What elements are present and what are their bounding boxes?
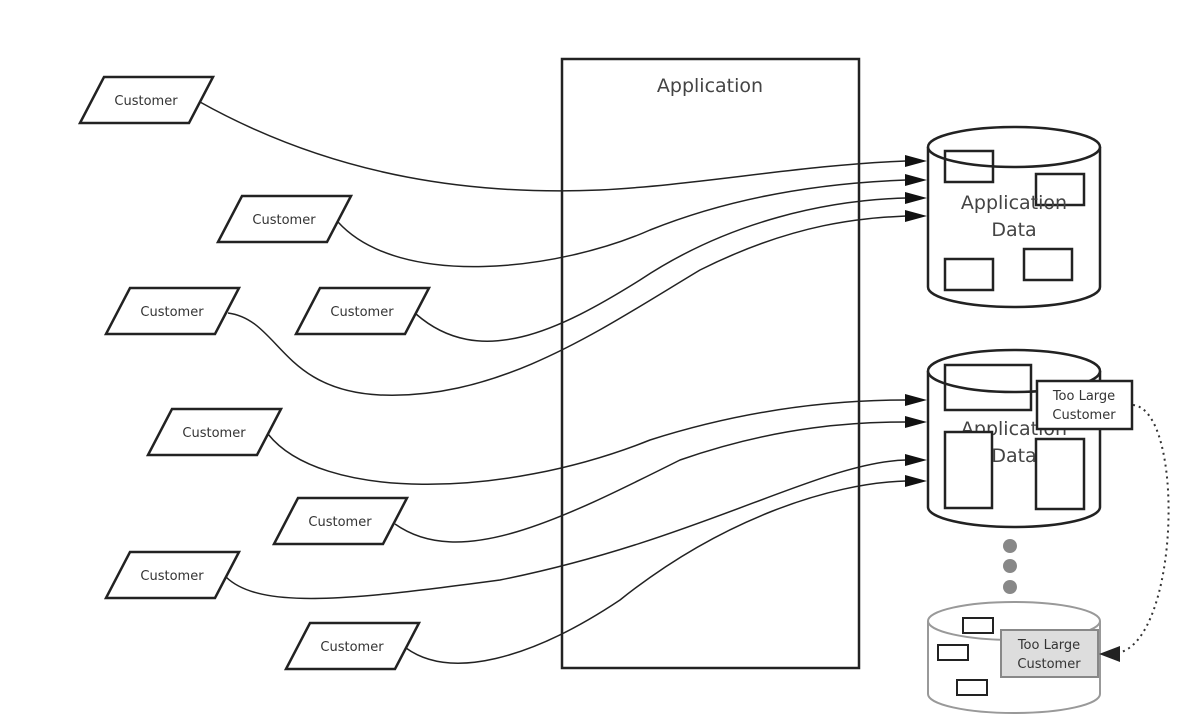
migration-arrow bbox=[1117, 404, 1170, 654]
customer-label: Customer bbox=[252, 213, 316, 228]
moved-label: Too Large bbox=[1017, 638, 1080, 653]
database-2-label-2: Data bbox=[991, 445, 1036, 467]
connector-line bbox=[267, 399, 907, 486]
application-label: Application bbox=[657, 75, 763, 97]
data-block bbox=[943, 430, 994, 510]
customer-node: Customer bbox=[283, 621, 422, 671]
arrowhead bbox=[905, 475, 927, 487]
too-large-label-2: Customer bbox=[1052, 408, 1116, 423]
diagram-canvas: Customer Customer Customer Customer Customer… bbox=[77, 57, 1170, 714]
arrowhead bbox=[905, 454, 927, 466]
connector-line bbox=[415, 197, 907, 342]
customer-node: Customer bbox=[103, 286, 242, 336]
connectors bbox=[199, 101, 927, 664]
customer-node: Customer bbox=[77, 75, 216, 125]
customer-label: Customer bbox=[114, 94, 178, 109]
customer-node: Customer bbox=[271, 496, 410, 546]
connector-line bbox=[199, 101, 907, 192]
customer-label: Customer bbox=[320, 640, 384, 655]
database-1-label-2: Data bbox=[991, 219, 1036, 241]
arrowhead bbox=[905, 416, 927, 428]
moved-label-2: Customer bbox=[1017, 657, 1081, 672]
diagram: Customer Customer Customer Customer Customer… bbox=[0, 0, 1199, 726]
connector-line bbox=[405, 480, 907, 664]
ellipsis-dots bbox=[1003, 539, 1017, 594]
customer-label: Customer bbox=[330, 305, 394, 320]
arrowhead bbox=[1099, 646, 1120, 662]
customer-label: Customer bbox=[140, 569, 204, 584]
application-box bbox=[560, 57, 861, 670]
customer-label: Customer bbox=[182, 426, 246, 441]
connector-line bbox=[337, 179, 907, 268]
customer-label: Customer bbox=[140, 305, 204, 320]
database-1 bbox=[926, 125, 1102, 309]
customer-node: Customer bbox=[215, 194, 354, 244]
customer-node: Customer bbox=[103, 550, 242, 600]
customer-node: Customer bbox=[145, 407, 284, 457]
customer-label: Customer bbox=[308, 515, 372, 530]
database-1-label: Application bbox=[961, 192, 1067, 214]
arrowhead bbox=[905, 174, 927, 186]
customers: Customer Customer Customer Customer Customer… bbox=[77, 75, 432, 671]
arrowhead bbox=[905, 394, 927, 406]
too-large-label: Too Large bbox=[1052, 389, 1115, 404]
arrowhead bbox=[905, 192, 927, 204]
customer-node: Customer bbox=[293, 286, 432, 336]
arrowhead bbox=[905, 155, 927, 167]
arrowhead bbox=[905, 210, 927, 222]
